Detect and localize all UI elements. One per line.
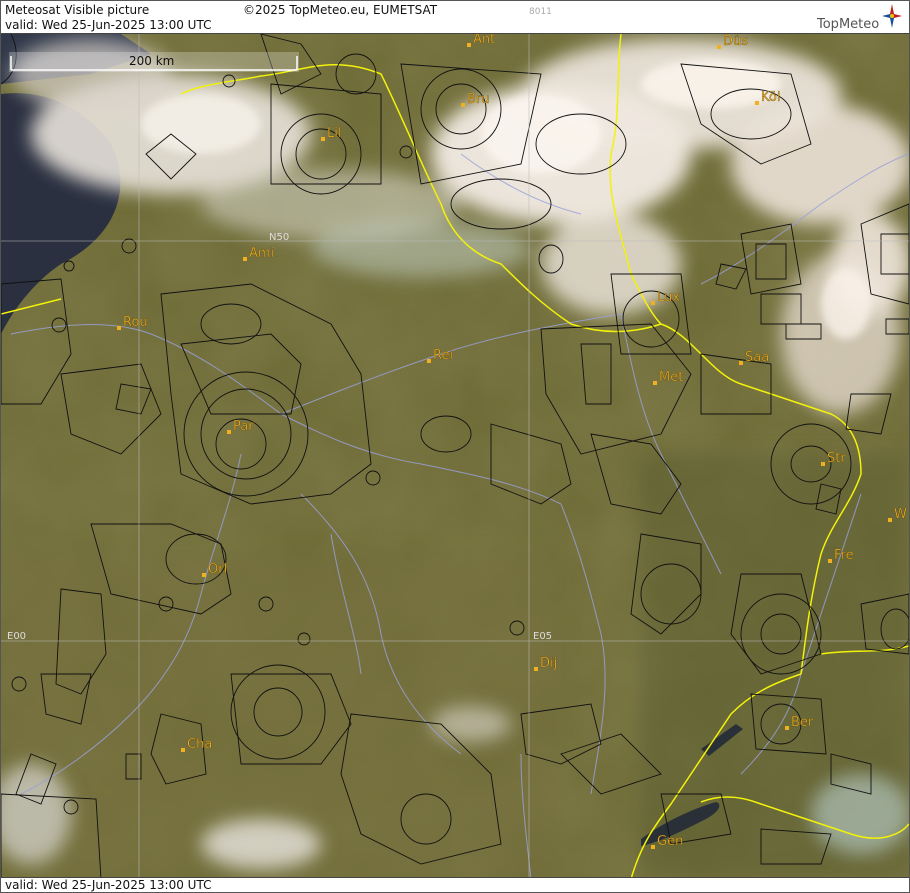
city-label: Lil [327,126,341,141]
city-dot [202,573,206,577]
city-label: Rou [123,315,148,330]
footer-valid-time: valid: Wed 25-Jun-2025 13:00 UTC [5,878,212,892]
city-label: Rei [433,348,453,363]
city-dot [653,381,657,385]
city-dot [651,845,655,849]
compass-logo-icon [882,4,902,28]
city-label: W [894,507,907,522]
city-label: Gen [657,834,683,849]
city-dot [427,359,431,363]
city-dot [717,45,721,49]
city-dot [755,101,759,105]
product-title: Meteosat Visible picture [5,3,150,17]
image-code: 8011 [529,7,552,17]
grid-label-e00: E00 [7,631,26,642]
city-dot [534,667,538,671]
grid-label-e05: E05 [533,631,552,642]
scale-bar: 200 km [9,52,299,72]
valid-time: valid: Wed 25-Jun-2025 13:00 UTC [5,18,212,32]
city-dot [461,103,465,107]
city-label: Saa [745,350,769,365]
city-dot [785,726,789,730]
brand-name: TopMeteo [817,17,880,32]
city-dot [467,43,471,47]
grid-label-n50: N50 [269,232,289,243]
city-dot [651,301,655,305]
city-label: Orl [208,562,227,577]
city-label: Köl [761,90,780,105]
scale-label: 200 km [129,54,174,68]
satellite-map[interactable]: N50 E00 E05 200 km Ant Düs Bru Köl Lil Ami Rou… [1,34,909,879]
city-dot [181,748,185,752]
city-dot [321,137,325,141]
copyright: ©2025 TopMeteo.eu, EUMETSAT [243,3,438,17]
header-bar: Meteosat Visible picture valid: Wed 25-J… [1,1,909,34]
city-label: Lux [657,290,680,305]
city-dot [117,326,121,330]
city-label: Ant [473,34,495,47]
city-dot [888,518,892,522]
city-dot [227,430,231,434]
city-label: Dij [540,656,557,671]
city-label: Cha [187,737,212,752]
footer-bar: valid: Wed 25-Jun-2025 13:00 UTC [1,877,909,892]
city-label: Str [827,451,846,466]
city-label: Bru [467,92,490,107]
city-label: Par [233,419,254,434]
city-label: Ami [249,246,274,261]
map-frame: Meteosat Visible picture valid: Wed 25-J… [0,0,910,893]
city-label: Ber [791,715,814,730]
city-label: Fre [834,548,854,563]
city-label: Düs [723,34,748,49]
city-dot [739,361,743,365]
city-label: Met [659,370,683,385]
city-dot [243,257,247,261]
city-dot [828,559,832,563]
city-dot [821,462,825,466]
